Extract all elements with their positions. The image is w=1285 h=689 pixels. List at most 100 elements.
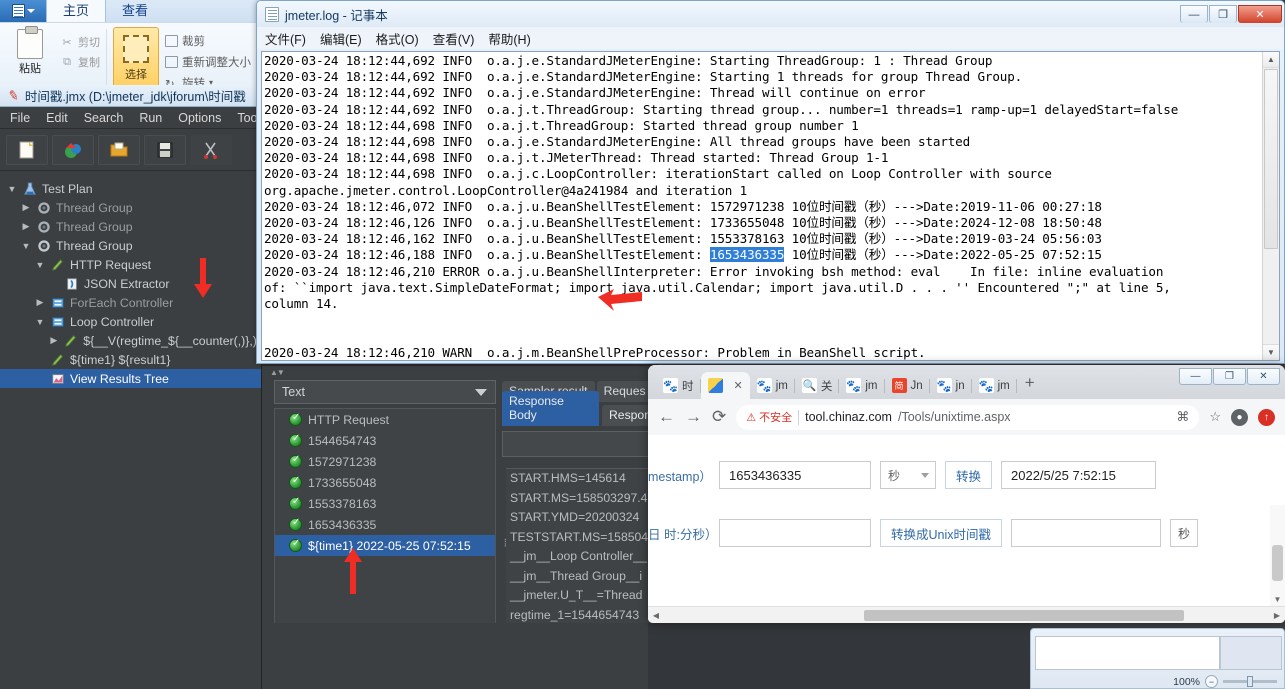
tree-node-json-extractor[interactable]: JSON Extractor (0, 274, 261, 293)
tree-node-http-request[interactable]: ▼ HTTP Request (0, 255, 261, 274)
menu-format[interactable]: 格式(O) (376, 29, 419, 48)
security-warning[interactable]: ⚠ 不安全 (746, 409, 792, 425)
menu-edit[interactable]: 编辑(E) (320, 29, 362, 48)
twisty-icon[interactable]: ▶ (34, 297, 46, 308)
scroll-down-arrow-icon[interactable]: ▼ (1263, 344, 1279, 360)
browser-tab-3[interactable]: 🔍 关 (795, 372, 840, 399)
minimize-button[interactable]: — (1180, 5, 1208, 23)
zoom-slider[interactable] (1223, 676, 1277, 687)
twisty-icon[interactable]: ▼ (6, 184, 18, 194)
tree-node-regtime-sampler[interactable]: ▶ ${__V(regtime_${__counter(,)},)} (0, 331, 261, 350)
scrollbar-thumb[interactable] (1272, 545, 1283, 581)
tab-response-body[interactable]: Response Body (502, 391, 599, 426)
zoom-slider-knob[interactable] (1247, 676, 1253, 687)
browser-tab-5[interactable]: 简 Jn (885, 372, 930, 399)
bookmark-star-icon[interactable]: ☆ (1209, 409, 1221, 425)
list-item[interactable]: 1733655048 (275, 472, 495, 493)
timestamp-input[interactable]: 1653436335 (719, 461, 871, 489)
cut-button[interactable] (190, 134, 232, 165)
twisty-icon[interactable]: ▶ (20, 202, 32, 213)
menu-help[interactable]: 帮助(H) (488, 29, 530, 48)
select-tool-button[interactable]: 选择 (113, 27, 159, 89)
notepad-vertical-scrollbar[interactable]: ▲ ▼ (1262, 52, 1279, 360)
response-search-field[interactable] (502, 431, 654, 457)
browser-tab-1-active[interactable]: ✕ (700, 372, 750, 399)
tree-node-foreach-controller[interactable]: ▶ ForEach Controller (0, 293, 261, 312)
tab-request[interactable]: Reques (596, 381, 653, 402)
jmeter-test-plan-tree[interactable]: ▼ Test Plan ▶ Thread Group ▶ Thread Grou… (0, 171, 261, 388)
tab-view[interactable]: 查看 (106, 0, 164, 22)
address-bar[interactable]: ⚠ 不安全 tool.chinaz.com/Tools/unixtime.asp… (736, 404, 1200, 430)
convert-to-unix-button[interactable]: 转换成Unix时间戳 (880, 519, 1003, 547)
resize-button[interactable]: 重新调整大小 (165, 52, 251, 72)
zoom-out-button[interactable]: − (1205, 675, 1218, 688)
tree-node-thread-group-1[interactable]: ▶ Thread Group (0, 198, 261, 217)
notepad-log-content[interactable]: 2020-03-24 18:12:44,692 INFO o.a.j.e.Sta… (264, 53, 1262, 360)
tree-node-thread-group-2[interactable]: ▶ Thread Group (0, 217, 261, 236)
scroll-up-arrow-icon[interactable]: ▲ (1263, 52, 1279, 68)
panel-split-grip[interactable]: ▲▼ (270, 368, 285, 377)
tree-node-test-plan[interactable]: ▼ Test Plan (0, 179, 261, 198)
convert-button[interactable]: 转换 (945, 461, 993, 489)
unit-select[interactable]: 秒 (880, 461, 936, 489)
cut-button[interactable]: ✂ 剪切 (60, 32, 100, 52)
close-button[interactable]: ✕ (1247, 368, 1280, 385)
new-tab-button[interactable]: + (1025, 374, 1035, 391)
tree-node-view-results-tree[interactable]: View Results Tree (0, 369, 261, 388)
scroll-down-arrow-icon[interactable]: ▼ (1270, 592, 1285, 606)
menu-search[interactable]: Search (84, 111, 124, 125)
translate-icon[interactable]: ⌘ (1176, 409, 1189, 425)
browser-tab-7[interactable]: 🐾 jm (972, 372, 1017, 399)
list-item[interactable]: 1572971238 (275, 451, 495, 472)
scrollbar-thumb[interactable] (863, 609, 1185, 621)
list-item[interactable]: HTTP Request (275, 409, 495, 430)
templates-button[interactable] (52, 134, 94, 165)
scroll-right-arrow-icon[interactable]: ▶ (1269, 611, 1285, 620)
page-vertical-scrollbar[interactable]: ▼ (1270, 505, 1285, 606)
list-item[interactable]: 1544654743 (275, 430, 495, 451)
browser-tab-2[interactable]: 🐾 jm (750, 372, 795, 399)
close-button[interactable]: ✕ (1238, 5, 1282, 23)
notepad-text-area[interactable]: 2020-03-24 18:12:44,692 INFO o.a.j.e.Sta… (261, 51, 1280, 361)
menu-file[interactable]: 文件(F) (265, 29, 306, 48)
browser-tab-4[interactable]: 🐾 jm (839, 372, 885, 399)
twisty-icon[interactable]: ▶ (48, 335, 60, 346)
close-icon[interactable]: ✕ (734, 379, 743, 392)
scrollbar-thumb[interactable] (1264, 69, 1278, 249)
new-file-button[interactable] (6, 134, 48, 165)
maximize-button[interactable]: ❐ (1213, 368, 1246, 385)
reload-button[interactable]: ⟳ (712, 407, 726, 427)
renderer-select[interactable]: Text (274, 380, 496, 404)
paint-app-menu-button[interactable] (0, 0, 46, 22)
forward-button[interactable]: → (685, 407, 702, 427)
menu-view[interactable]: 查看(V) (433, 29, 475, 48)
tab-home[interactable]: 主页 (46, 0, 107, 22)
tree-node-time1-result1[interactable]: ${time1} ${result1} (0, 350, 261, 369)
menu-run[interactable]: Run (139, 111, 162, 125)
list-item-selected[interactable]: ${time1} 2022-05-25 07:52:15 (275, 535, 495, 556)
datetime-input[interactable] (719, 519, 871, 547)
twisty-icon[interactable]: ▼ (20, 241, 32, 251)
list-item[interactable]: 1553378163 (275, 493, 495, 514)
twisty-icon[interactable]: ▼ (34, 260, 46, 270)
menu-edit[interactable]: Edit (46, 111, 68, 125)
paste-button[interactable]: 粘贴 (8, 26, 52, 76)
back-button[interactable]: ← (658, 407, 675, 427)
menu-options[interactable]: Options (178, 111, 221, 125)
twisty-icon[interactable]: ▶ (20, 221, 32, 232)
twisty-icon[interactable]: ▼ (34, 317, 46, 327)
menu-file[interactable]: File (10, 111, 30, 125)
browser-tab-0[interactable]: 🐾 时 (656, 372, 701, 399)
list-item[interactable]: 1653436335 (275, 514, 495, 535)
scrollbar-track[interactable] (664, 609, 1269, 621)
tree-node-thread-group-3[interactable]: ▼ Thread Group (0, 236, 261, 255)
copy-button[interactable]: ⧉ 复制 (60, 52, 100, 72)
maximize-button[interactable]: ❐ (1209, 5, 1237, 23)
update-icon[interactable]: ↑ (1258, 408, 1275, 426)
scroll-left-arrow-icon[interactable]: ◀ (648, 611, 664, 620)
save-button[interactable] (144, 134, 186, 165)
tree-node-loop-controller[interactable]: ▼ Loop Controller (0, 312, 261, 331)
crop-button[interactable]: 裁剪 (165, 31, 251, 51)
browser-tab-6[interactable]: 🐾 jn (930, 372, 972, 399)
profile-icon[interactable]: ● (1231, 408, 1248, 426)
